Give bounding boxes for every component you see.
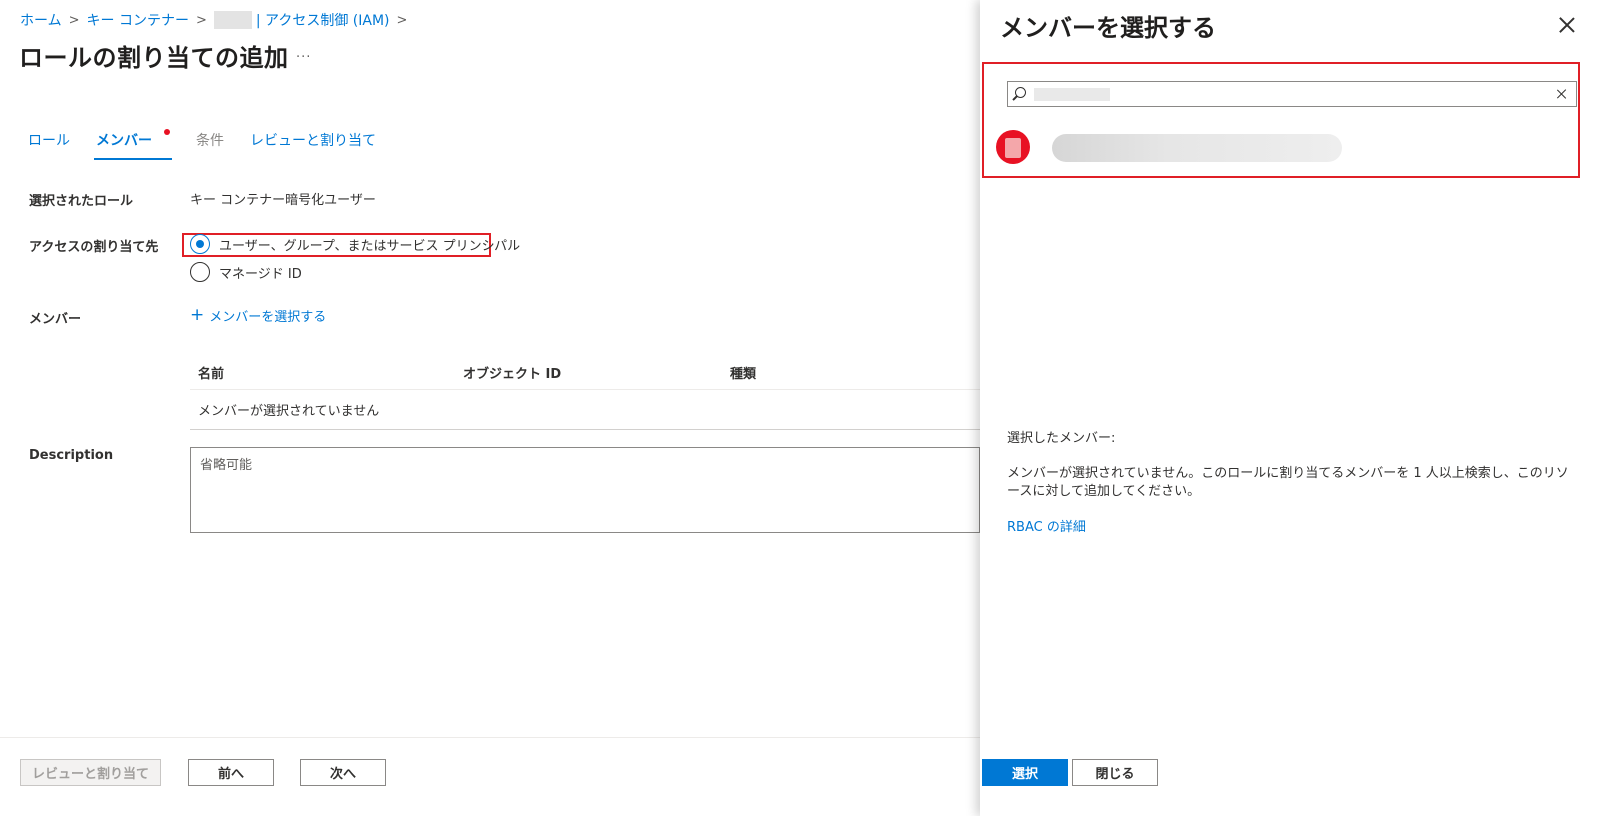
radio-users-groups[interactable]: ユーザー、グループ、またはサービス プリンシパル (190, 234, 520, 254)
tab-review-assign-label: レビューと割り当て (250, 133, 376, 149)
tab-role-label: ロール (28, 133, 70, 149)
redacted-member-name (1052, 134, 1342, 162)
search-result-item[interactable] (996, 126, 1566, 172)
plus-icon: + (190, 305, 205, 325)
chevron-right-icon: > (68, 12, 80, 28)
chevron-right-icon: > (396, 12, 408, 28)
breadcrumb-keyvault[interactable]: キー コンテナー (87, 10, 189, 30)
select-members-panel: メンバーを選択する 選択したメンバー: メンバーが選択されていません。このロール… (980, 0, 1600, 816)
clear-icon[interactable] (1556, 88, 1568, 100)
member-table: 名前 オブジェクト ID 種類 メンバーが選択されていません (190, 356, 980, 430)
chevron-right-icon: > (195, 12, 207, 28)
radio-managed-id[interactable]: マネージド ID (190, 262, 302, 282)
review-assign-button[interactable]: レビューと割り当て (20, 759, 161, 786)
radio-unchecked-icon[interactable] (190, 262, 210, 282)
previous-button[interactable]: 前へ (188, 759, 274, 786)
selected-role-label: 選択されたロール (29, 194, 134, 209)
breadcrumb: ホーム > キー コンテナー > | アクセス制御 (IAM) > (20, 10, 414, 30)
tab-conditions[interactable]: 条件 (196, 130, 224, 160)
search-input[interactable] (1007, 81, 1577, 107)
select-button[interactable]: 選択 (982, 759, 1068, 786)
select-members-label: メンバーを選択する (209, 310, 327, 325)
selected-role-value: キー コンテナー暗号化ユーザー (190, 193, 376, 208)
panel-title: メンバーを選択する (1000, 14, 1216, 42)
redacted-search-text (1034, 88, 1110, 101)
breadcrumb-home[interactable]: ホーム (20, 10, 62, 30)
close-icon[interactable] (1556, 14, 1578, 36)
redacted-resource-name (213, 11, 252, 29)
selected-members-label: 選択したメンバー: (1007, 431, 1116, 446)
radio-checked-icon[interactable] (190, 234, 210, 254)
more-options-icon[interactable]: ... (296, 46, 311, 61)
radio-managed-id-label: マネージド ID (219, 266, 302, 282)
tab-conditions-label: 条件 (196, 133, 224, 149)
required-dot-icon (164, 129, 170, 135)
select-members-link[interactable]: + メンバーを選択する (190, 305, 327, 326)
breadcrumb-iam[interactable]: | アクセス制御 (IAM) (256, 10, 390, 30)
description-label: Description (29, 448, 114, 463)
selected-members-info: メンバーが選択されていません。このロールに割り当てるメンバーを 1 人以上検索し… (1007, 466, 1569, 499)
column-type: 種類 (730, 367, 757, 382)
member-table-empty: メンバーが選択されていません (190, 390, 980, 430)
radio-users-groups-label: ユーザー、グループ、またはサービス プリンシパル (219, 238, 521, 254)
tab-role[interactable]: ロール (28, 130, 70, 160)
column-object-id: オブジェクト ID (463, 367, 562, 382)
assign-to-label: アクセスの割り当て先 (29, 240, 159, 255)
next-button[interactable]: 次へ (300, 759, 386, 786)
rbac-details-link[interactable]: RBAC の詳細 (1007, 516, 1086, 535)
tab-members[interactable]: メンバー (94, 129, 172, 160)
members-label: メンバー (29, 312, 82, 327)
tab-review-assign[interactable]: レビューと割り当て (250, 130, 376, 160)
close-button[interactable]: 閉じる (1072, 759, 1158, 786)
page-title: ロールの割り当ての追加 (19, 44, 289, 72)
tab-bar: ロール メンバー 条件 レビューと割り当て (28, 129, 402, 160)
member-table-header: 名前 オブジェクト ID 種類 (190, 356, 980, 390)
avatar (996, 130, 1030, 164)
search-icon (1015, 87, 1026, 98)
tab-members-label: メンバー (96, 133, 152, 149)
column-name: 名前 (198, 367, 225, 382)
description-textarea[interactable]: 省略可能 (190, 447, 980, 533)
main-page: ホーム > キー コンテナー > | アクセス制御 (IAM) > ロールの割り… (0, 0, 980, 816)
